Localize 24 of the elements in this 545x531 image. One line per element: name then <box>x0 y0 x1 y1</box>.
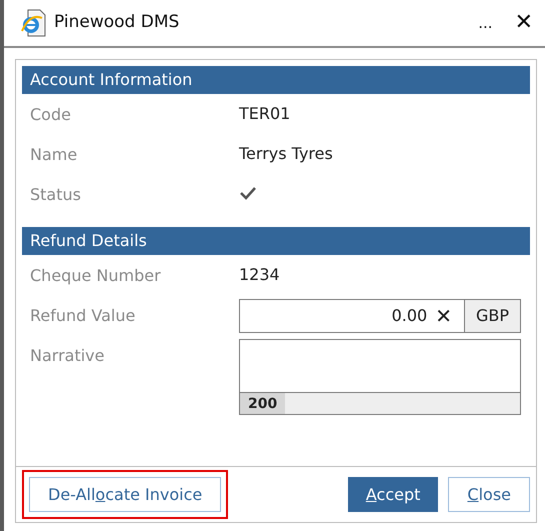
field-label: Narrative <box>30 345 106 367</box>
section-header: Refund Details <box>22 227 530 255</box>
refund-value-field[interactable]: 0.00 ✕ GBP <box>239 299 521 333</box>
narrative-field[interactable]: 200 <box>239 339 521 415</box>
dialog-button[interactable]: De-Allocate Invoice <box>29 477 222 512</box>
field-value: TER01 <box>239 103 290 125</box>
character-counter: 200 <box>240 393 286 414</box>
field-value: 1234 <box>239 264 280 286</box>
field-label: Refund Value <box>30 305 136 327</box>
currency-label: GBP <box>464 300 520 332</box>
more-button[interactable]: ... <box>478 12 493 34</box>
field-label: Code <box>30 104 72 126</box>
accept-button[interactable]: Accept <box>348 477 438 512</box>
dialog-button[interactable]: Close <box>448 477 530 512</box>
section-header: Account Information <box>22 66 530 94</box>
field-label: Name <box>30 144 78 166</box>
field-label: Status <box>30 184 82 206</box>
clear-icon[interactable]: ✕ <box>435 306 464 326</box>
browser-icon <box>20 9 46 37</box>
field-value: Terrys Tyres <box>239 143 333 165</box>
close-button[interactable]: ✕ <box>514 12 533 34</box>
amount-value: 0.00 <box>390 305 428 327</box>
field-label: Cheque Number <box>30 265 162 287</box>
window-title: Pinewood DMS <box>54 11 180 34</box>
